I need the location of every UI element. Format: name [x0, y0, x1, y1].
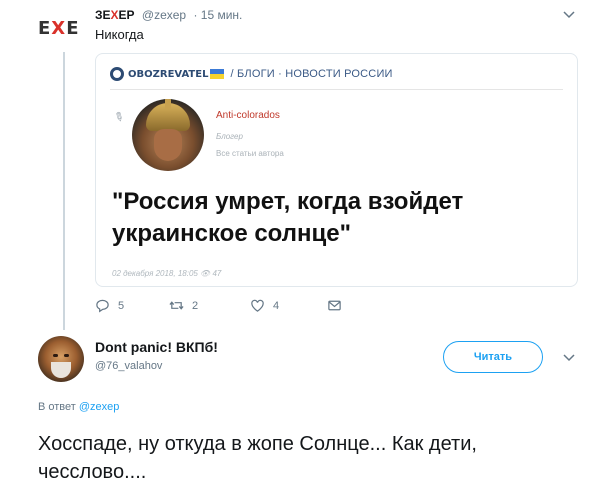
- blogger-avatar: [132, 99, 204, 171]
- reply-author-name[interactable]: Dont panic! ВКПб!: [95, 339, 218, 355]
- like-action[interactable]: 4: [250, 298, 279, 313]
- reply-author-handle[interactable]: @76_valahov: [95, 360, 162, 372]
- brand-logo-icon: [110, 67, 124, 81]
- reply-to-handle[interactable]: @zexep: [79, 401, 120, 413]
- reply-text: Хосспаде, ну откуда в жопе Солнце... Как…: [38, 433, 477, 483]
- reply-count: 5: [118, 299, 125, 312]
- logo-letter: E: [38, 18, 52, 39]
- article-headline: "Россия умрет, когда взойдет украинское …: [112, 188, 464, 247]
- logo-letter: E: [66, 18, 80, 39]
- article-meta: 02 декабря 2018, 18:05 👁 47: [112, 269, 222, 278]
- brand-name: OBOZREVATEL: [128, 68, 209, 80]
- card-header: OBOZREVATEL / БЛОГИ · НОВОСТИ РОССИИ: [110, 67, 393, 81]
- embedded-article-card[interactable]: OBOZREVATEL / БЛОГИ · НОВОСТИ РОССИИ ✎ A…: [95, 53, 578, 287]
- like-icon: [251, 299, 264, 312]
- tweet-timestamp[interactable]: · 15 мин.: [193, 8, 242, 22]
- dm-action[interactable]: [327, 298, 350, 313]
- tweet-author-line: ЗЕХЕР @zexep · 15 мин.: [95, 8, 242, 22]
- reply-action[interactable]: 5: [95, 298, 124, 313]
- reply-author-avatar[interactable]: [38, 336, 84, 382]
- breadcrumb: / БЛОГИ · НОВОСТИ РОССИИ: [230, 68, 393, 80]
- reply-to-line: В ответ @zexep: [38, 401, 119, 413]
- dm-icon: [328, 300, 341, 311]
- follow-button[interactable]: Читать: [443, 341, 543, 373]
- chevron-down-icon[interactable]: [562, 351, 576, 365]
- retweet-count: 2: [192, 299, 199, 312]
- tweet-text: Никогда: [95, 27, 144, 42]
- card-divider: [110, 89, 563, 90]
- author-display-name[interactable]: ЗЕХЕР: [95, 8, 135, 22]
- author-handle[interactable]: @zexep: [142, 8, 186, 22]
- reply-icon: [96, 299, 109, 313]
- retweet-icon: [169, 301, 184, 310]
- tweet-actions: 5 2 4: [95, 298, 395, 316]
- pen-icon: ✎: [111, 108, 127, 126]
- like-count: 4: [273, 299, 280, 312]
- blogger-name: Anti-colorados: [216, 110, 280, 121]
- reply-to-prefix: В ответ: [38, 401, 79, 413]
- retweet-action[interactable]: 2: [169, 298, 198, 313]
- zexep-logo[interactable]: EXE: [38, 18, 92, 42]
- blogger-role: Блогер: [216, 132, 243, 141]
- blogger-all-articles: Все статьи автора: [216, 149, 284, 158]
- flag-icon: [210, 69, 225, 79]
- top-tweet: EXE ЗЕХЕР @zexep · 15 мин. Никогда OBOZR…: [0, 0, 600, 330]
- thread-line: [63, 52, 65, 330]
- logo-letter-x: X: [51, 18, 67, 39]
- chevron-down-icon[interactable]: [562, 8, 576, 22]
